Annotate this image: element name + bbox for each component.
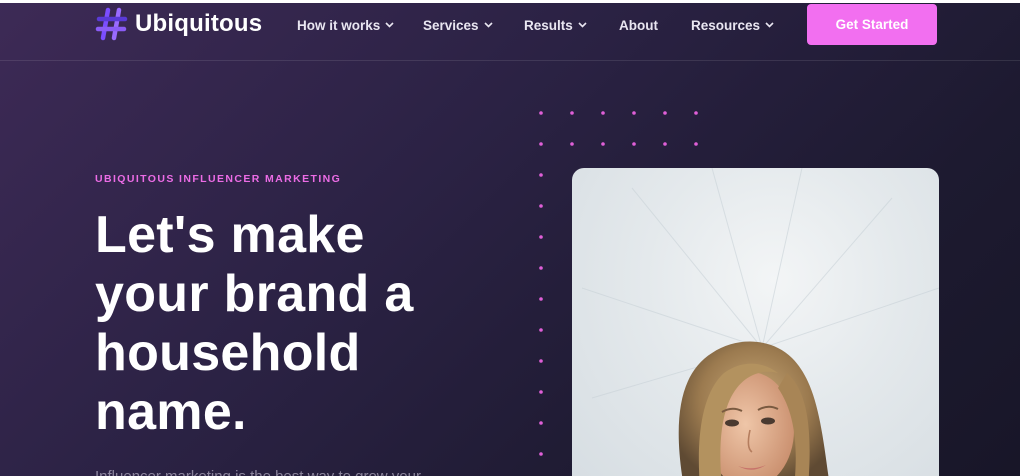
nav-item-how-it-works[interactable]: How it works [297,15,394,35]
hero-eyebrow: UBIQUITOUS INFLUENCER MARKETING [95,173,342,185]
grid-dot [539,328,543,332]
headline-line: name. [95,383,247,441]
grid-dot [694,111,698,115]
nav-item-label: Services [423,17,479,33]
grid-dot [570,111,574,115]
right-edge [1020,0,1024,476]
grid-dot [539,421,543,425]
grid-dot [601,111,605,115]
grid-dot [539,111,543,115]
grid-dot [601,142,605,146]
chevron-down-icon [483,22,493,28]
grid-dot [694,142,698,146]
grid-dot [539,235,543,239]
hero-headline: Let's make your brand a household name. [95,206,515,442]
chevron-down-icon [578,22,587,28]
get-started-button[interactable]: Get Started [807,4,937,45]
hero-subtext: Influencer marketing is the best way to … [95,466,515,476]
hero-portrait-image [572,168,939,476]
headline-line: your brand a [95,265,414,323]
nav-item-label: About [619,17,658,33]
nav-item-results[interactable]: Results [524,15,587,35]
site-header: Ubiquitous How it works Services Results… [0,3,1020,61]
nav-item-label: Results [524,17,573,33]
grid-dot [539,297,543,301]
portrait-photo [581,168,939,476]
grid-dot [632,111,636,115]
grid-dot [663,142,667,146]
grid-dot [539,142,543,146]
headline-line: Let's make [95,206,365,264]
brand-logo[interactable]: Ubiquitous [95,7,262,41]
grid-dot [539,173,543,177]
grid-dot [663,111,667,115]
grid-dot [539,204,543,208]
grid-dot [539,390,543,394]
nav-item-label: How it works [297,17,381,33]
page-frame: Ubiquitous How it works Services Results… [0,0,1020,476]
nav-item-label: Resources [691,17,761,33]
grid-dot [539,452,543,456]
nav-item-about[interactable]: About [619,15,658,35]
grid-dot [632,142,636,146]
chevron-down-icon [385,22,394,28]
headline-line: household [95,324,361,382]
grid-dot [539,266,543,270]
grid-dot [539,359,543,363]
nav-item-services[interactable]: Services [423,15,493,35]
nav-item-resources[interactable]: Resources [691,15,774,35]
brand-name: Ubiquitous [135,10,263,37]
chevron-down-icon [765,22,774,28]
grid-dot [570,142,574,146]
hashtag-logo-icon [95,7,128,41]
